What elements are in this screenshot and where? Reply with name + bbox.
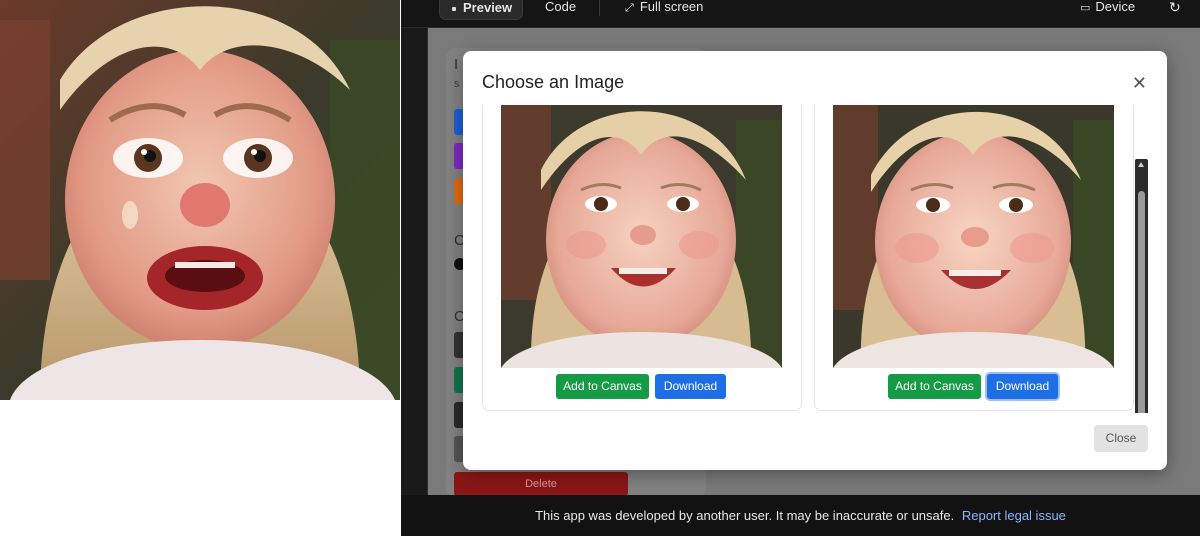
add-to-canvas-button[interactable]: Add to Canvas bbox=[556, 374, 649, 399]
gallery-scrollbar[interactable] bbox=[1135, 159, 1148, 413]
preview-icon bbox=[452, 6, 456, 11]
report-legal-issue-link[interactable]: Report legal issue bbox=[962, 508, 1066, 523]
generated-image[interactable] bbox=[501, 105, 782, 368]
image-card: Add to Canvas Download bbox=[814, 105, 1134, 411]
refresh-icon[interactable]: ↻ bbox=[1169, 0, 1181, 20]
expand-icon: ⤢ bbox=[625, 2, 634, 14]
close-icon[interactable]: ✕ bbox=[1132, 73, 1147, 94]
fullscreen-button[interactable]: ⤢ Full screen bbox=[625, 0, 703, 20]
device-icon: ▭ bbox=[1080, 2, 1091, 14]
reference-photo bbox=[0, 0, 400, 400]
device-button[interactable]: ▭ Device bbox=[1080, 0, 1135, 20]
image-gallery: Add to Canvas Download Add to Canvas Dow… bbox=[482, 105, 1148, 413]
delete-button: Delete bbox=[454, 472, 628, 496]
scroll-up-arrow-icon[interactable] bbox=[1138, 162, 1144, 167]
download-button[interactable]: Download bbox=[987, 374, 1058, 399]
background-heading: I bbox=[454, 56, 459, 73]
background-subheading: S bbox=[454, 80, 460, 89]
disclaimer-footer: This app was developed by another user. … bbox=[401, 495, 1200, 536]
scrollbar-thumb[interactable] bbox=[1138, 191, 1145, 413]
close-button[interactable]: Close bbox=[1094, 425, 1148, 452]
image-card: Add to Canvas Download bbox=[482, 105, 802, 411]
download-button[interactable]: Download bbox=[655, 374, 726, 399]
side-rail bbox=[401, 28, 428, 498]
toolbar-divider bbox=[599, 0, 600, 16]
tab-preview[interactable]: Preview bbox=[439, 0, 523, 20]
tab-code[interactable]: Code bbox=[545, 0, 576, 20]
preview-toolbar: Preview Code ⤢ Full screen ▭ Device ↻ bbox=[401, 0, 1200, 28]
modal-title: Choose an Image bbox=[482, 72, 625, 92]
disclaimer-text: This app was developed by another user. … bbox=[535, 508, 955, 523]
choose-image-modal: Choose an Image ✕ Add to Canvas Download… bbox=[463, 51, 1167, 470]
generated-image[interactable] bbox=[833, 105, 1114, 368]
add-to-canvas-button[interactable]: Add to Canvas bbox=[888, 374, 981, 399]
